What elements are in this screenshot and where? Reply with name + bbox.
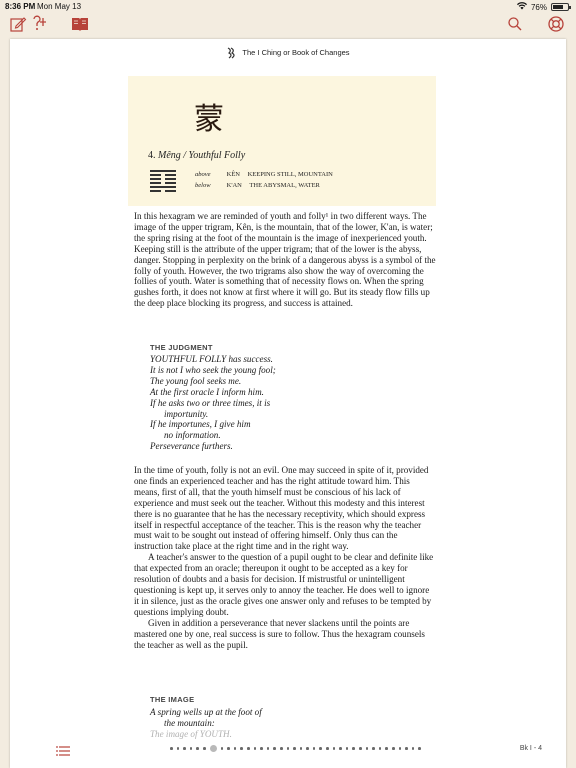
page-scrubber-dot[interactable]: [202, 747, 206, 750]
trigram-above: above KÊN KEEPING STILL, MOUNTAIN: [195, 171, 333, 178]
commentary-paragraph: A teacher's answer to the question of a …: [134, 552, 434, 617]
trigram-below: below K'AN THE ABYSMAL, WATER: [195, 182, 320, 189]
page-scrubber-dot[interactable]: [279, 747, 283, 750]
page-scrubber-dot[interactable]: [359, 747, 362, 750]
verse-line: YOUTHFUL FOLLY has success.: [150, 354, 273, 364]
trigram-above-desc: KEEPING STILL, MOUNTAIN: [247, 171, 333, 178]
verse-line: If he asks two or three times, it is: [150, 397, 271, 408]
page-scrubber-dot[interactable]: [176, 747, 180, 750]
page-scrubber-dot[interactable]: [170, 747, 173, 750]
hexagram-number: 4.: [148, 150, 156, 161]
hexagram-title: 4. Mêng / Youthful Folly: [148, 150, 245, 161]
trigram-above-label: above: [195, 171, 211, 178]
page-scrubber-dot[interactable]: [299, 747, 303, 750]
trigram-below-name: K'AN: [226, 182, 242, 189]
book-page[interactable]: The I Ching or Book of Changes 蒙 4. Mêng…: [10, 39, 566, 768]
page-scrubber-dot[interactable]: [411, 747, 415, 750]
page-scrubber-dot[interactable]: [319, 747, 323, 750]
verse-line: If he importunes, I give him: [150, 419, 251, 430]
page-scrubber-dot[interactable]: [332, 747, 336, 750]
image-heading: THE IMAGE: [150, 695, 195, 704]
judgment-commentary: In the time of youth, folly is not an ev…: [134, 465, 436, 650]
wifi-icon: [516, 2, 527, 12]
page-scrubber-dot[interactable]: [326, 747, 329, 750]
page-scrubber-dot[interactable]: [418, 747, 421, 750]
verse-line: Perseverance furthers.: [150, 441, 233, 452]
page-scrubber-dot[interactable]: [372, 747, 375, 750]
page-number-label: Bk I - 4: [519, 745, 542, 752]
hexagram-name: Mêng / Youthful Folly: [158, 150, 246, 161]
search-icon[interactable]: [506, 15, 524, 33]
verse-line: importunity.: [164, 408, 209, 419]
battery-icon: [551, 3, 571, 11]
hexagram-lines-icon: [150, 170, 176, 194]
intro-text: In this hexagram we are reminded of yout…: [134, 211, 436, 309]
status-bar: 8:36 PM Mon May 13 76%: [0, 0, 576, 13]
page-scrubber-dot[interactable]: [352, 747, 356, 750]
verse-line: The young fool seeks me.: [150, 375, 242, 386]
judgment-heading: THE JUDGMENT: [150, 343, 213, 352]
book-logo-icon: [226, 47, 236, 59]
page-scrubber-dot[interactable]: [189, 747, 193, 750]
book-icon[interactable]: [71, 15, 89, 33]
bottom-bar: Bk I - 4: [0, 738, 576, 768]
help-lookup-icon[interactable]: [31, 15, 49, 33]
page-scrubber-dot[interactable]: [306, 747, 309, 750]
verse-line: the mountain:: [164, 717, 215, 728]
page-scrubber-dot[interactable]: [405, 747, 408, 750]
hexagram-header: 蒙 4. Mêng / Youthful Folly above KÊN KEE…: [128, 76, 436, 206]
page-scrubber-dot[interactable]: [378, 747, 382, 750]
running-head: The I Ching or Book of Changes: [10, 47, 566, 59]
trigram-below-desc: THE ABYSMAL, WATER: [249, 182, 320, 189]
judgment-verse: YOUTHFUL FOLLY has success. It is not I …: [150, 354, 410, 452]
page-scrubber[interactable]: [170, 745, 421, 752]
status-date: Mon May 13: [37, 2, 82, 11]
hexagram-character: 蒙: [194, 102, 224, 137]
intro-paragraph: In this hexagram we are reminded of yout…: [134, 211, 436, 309]
page-scrubber-dot[interactable]: [260, 747, 263, 750]
page-scrubber-dot[interactable]: [196, 747, 199, 750]
page-scrubber-dot[interactable]: [365, 747, 369, 750]
page-scrubber-current-dot[interactable]: [209, 745, 217, 752]
trigram-above-name: KÊN: [226, 171, 240, 178]
toolbar: [0, 13, 576, 35]
page-scrubber-dot[interactable]: [286, 747, 290, 750]
page-scrubber-dot[interactable]: [233, 747, 237, 750]
page-scrubber-dot[interactable]: [398, 747, 402, 750]
page-scrubber-dot[interactable]: [345, 747, 349, 750]
commentary-paragraph: Given in addition a perseverance that ne…: [134, 617, 425, 650]
lifebuoy-icon[interactable]: [547, 15, 565, 33]
edit-note-icon[interactable]: [9, 15, 27, 33]
page-scrubber-dot[interactable]: [246, 747, 250, 750]
page-scrubber-dot[interactable]: [253, 747, 257, 750]
page-scrubber-dot[interactable]: [392, 747, 395, 750]
verse-line: A spring wells up at the foot of: [150, 707, 262, 717]
page-scrubber-dot[interactable]: [312, 747, 316, 750]
running-head-title: The I Ching or Book of Changes: [242, 47, 350, 57]
status-time: 8:36 PM: [5, 2, 36, 11]
commentary-paragraph: In the time of youth, folly is not an ev…: [134, 465, 429, 552]
table-of-contents-icon[interactable]: [56, 743, 70, 756]
page-scrubber-dot[interactable]: [293, 747, 296, 750]
page-scrubber-dot[interactable]: [339, 747, 342, 750]
status-right: 76%: [516, 2, 571, 12]
page-scrubber-dot[interactable]: [240, 747, 243, 750]
verse-line: At the first oracle I inform him.: [150, 386, 264, 397]
page-scrubber-dot[interactable]: [220, 747, 224, 750]
page-scrubber-dot[interactable]: [266, 747, 270, 750]
page-scrubber-dot[interactable]: [227, 747, 230, 750]
verse-line: It is not I who seek the young fool;: [150, 364, 276, 375]
battery-percent: 76%: [530, 2, 547, 12]
image-verse: A spring wells up at the foot of the mou…: [150, 707, 410, 740]
trigram-below-label: below: [195, 182, 211, 189]
page-scrubber-dot[interactable]: [183, 747, 186, 750]
page-scrubber-dot[interactable]: [385, 747, 388, 750]
verse-line: no information.: [164, 430, 221, 441]
page-scrubber-dot[interactable]: [273, 747, 276, 750]
